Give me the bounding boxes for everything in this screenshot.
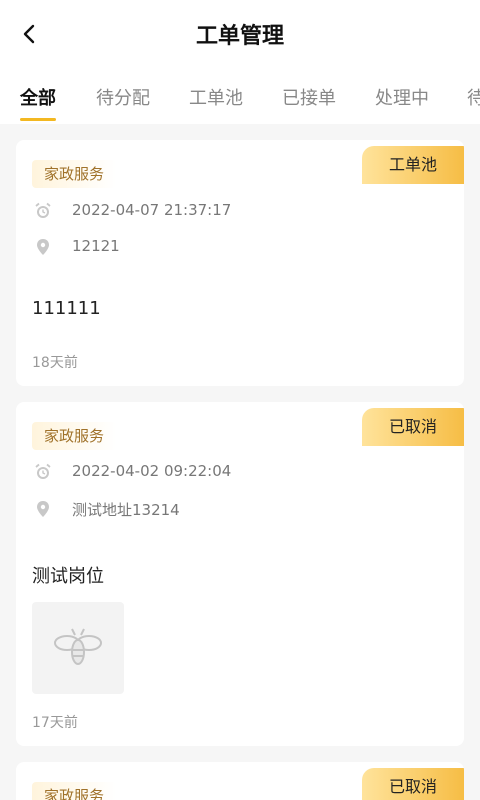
status-badge: 已取消 [362, 408, 464, 446]
order-card[interactable]: 家政服务 已取消 2022-04-02 09:22:04 测试地址13214 测… [16, 402, 464, 746]
order-datetime: 2022-04-02 09:22:04 [72, 462, 232, 480]
order-description: 测试岗位 [32, 566, 104, 587]
tab-accepted[interactable]: 已接单 [282, 84, 336, 110]
alarm-clock-icon [34, 463, 52, 481]
order-image-placeholder[interactable] [32, 602, 124, 694]
tab-bar: 全部 待分配 工单池 已接单 处理中 待 [0, 76, 480, 124]
tab-pending-assign[interactable]: 待分配 [96, 84, 150, 110]
status-badge: 已取消 [362, 768, 464, 800]
tab-all[interactable]: 全部 [20, 84, 56, 110]
tab-processing[interactable]: 处理中 [375, 84, 429, 110]
category-tag: 家政服务 [32, 422, 117, 450]
category-tag: 家政服务 [32, 160, 117, 188]
order-card[interactable]: 家政服务 已取消 [16, 762, 464, 800]
order-address: 12121 [72, 237, 120, 255]
tab-order-pool[interactable]: 工单池 [189, 84, 243, 110]
order-address: 测试地址13214 [72, 501, 180, 519]
order-datetime: 2022-04-07 21:37:17 [72, 201, 232, 219]
top-bar: 工单管理 全部 待分配 工单池 已接单 处理中 待 [0, 0, 480, 124]
order-description: 111111 [32, 298, 101, 319]
category-tag: 家政服务 [32, 782, 117, 800]
order-time-ago: 18天前 [32, 355, 78, 371]
location-pin-icon [34, 500, 52, 518]
tab-more[interactable]: 待 [467, 84, 480, 110]
order-time-ago: 17天前 [32, 715, 78, 731]
bee-icon [54, 628, 102, 665]
status-badge: 工单池 [362, 146, 464, 184]
tab-indicator [20, 118, 56, 121]
alarm-clock-icon [34, 202, 52, 220]
location-pin-icon [34, 238, 52, 256]
page-title: 工单管理 [195, 24, 284, 49]
order-card[interactable]: 家政服务 工单池 2022-04-07 21:37:17 12121 11111… [16, 140, 464, 386]
